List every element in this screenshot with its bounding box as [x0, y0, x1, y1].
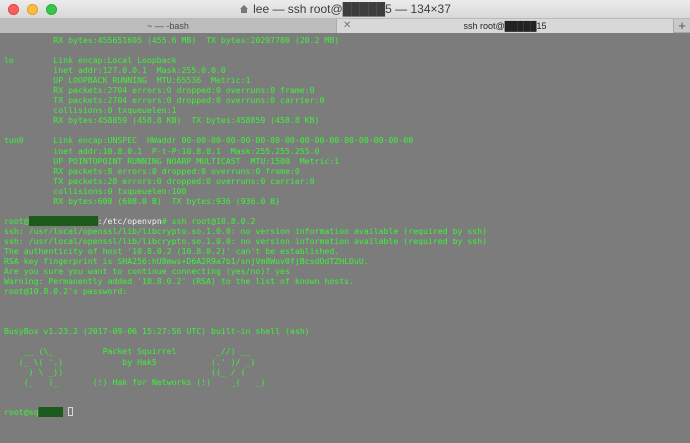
window-title: lee — ssh root@█████5 — 134×37: [0, 2, 690, 16]
terminal-line: TX packets:2704 errors:0 dropped:0 overr…: [4, 95, 325, 106]
tab-ssh[interactable]: ✕ ssh root@█████15: [337, 19, 674, 33]
tab-bash[interactable]: ~ — -bash: [0, 19, 337, 33]
terminal-line: tun0 Link encap:UNSPEC HWaddr 00-00-00-0…: [4, 135, 414, 146]
prompt-segment: # ssh root@10.8.0.2: [161, 215, 256, 226]
home-folder-icon: [240, 5, 249, 13]
terminal-line: BusyBox v1.23.2 (2017-09-06 15:27:56 UTC…: [4, 326, 310, 337]
terminal-line: TX packets:28 errors:0 dropped:0 overrun…: [4, 175, 315, 186]
terminal-line: RX bytes:455651605 (455.6 MB) TX bytes:2…: [4, 35, 340, 45]
terminal-line: RX bytes:608 (608.0 B) TX bytes:936 (936…: [4, 195, 281, 206]
terminal-line: root@7█████████████:/etc/openvpn# ssh ro…: [4, 215, 686, 226]
window-title-text: lee — ssh root@█████5 — 134×37: [253, 2, 451, 16]
prompt-segment: root@: [4, 215, 29, 226]
terminal-line: (_ \( '.) by Hak5 (.' )/ _): [4, 356, 256, 367]
terminal-line: collisions:0 txqueuelen:100: [4, 185, 187, 196]
terminal-line: ) \ _)) ((_ / (: [4, 366, 246, 377]
new-tab-button[interactable]: +: [674, 19, 690, 33]
title-bar[interactable]: lee — ssh root@█████5 — 134×37: [0, 0, 690, 19]
terminal-line: root@10.8.0.2's password:: [4, 286, 128, 297]
terminal-line: UP LOOPBACK RUNNING MTU:65536 Metric:1: [4, 75, 251, 86]
terminal-window: lee — ssh root@█████5 — 134×37 ~ — -bash…: [0, 0, 690, 443]
terminal-line: inet addr:127.0.0.1 Mask:255.0.0.0: [4, 65, 226, 76]
terminal-line: RX bytes:458859 (458.8 KB) TX bytes:4588…: [4, 115, 320, 126]
terminal-line: collisions:0 txqueuelen:1: [4, 105, 177, 116]
tab-bash-label: ~ — -bash: [147, 21, 189, 31]
redacted-text: 7█████████████: [28, 215, 98, 226]
tab-bar: ~ — -bash ✕ ssh root@█████15 +: [0, 19, 690, 33]
terminal-line: The authenticity of host '10.8.0.2 (10.8…: [4, 245, 340, 256]
terminal-line: RX packets:2704 errors:0 dropped:0 overr…: [4, 85, 315, 96]
terminal-line: lo Link encap:Local Loopback: [4, 55, 177, 66]
terminal-line: (_ )_ (!) Hak for Networks (!) _( _): [4, 376, 266, 387]
redacted-text: ██:~#: [38, 406, 64, 417]
terminal-line: ssh: /usr/local/openssl/lib/libcrypto.so…: [4, 225, 488, 236]
terminal-line: RX packets:8 errors:0 dropped:0 overruns…: [4, 165, 300, 176]
terminal-line: __ (\_ Packet Squirrel _//) __: [4, 346, 251, 357]
terminal-line: inet addr:10.8.0.1 P-t-P:10.8.0.1 Mask:2…: [4, 145, 320, 156]
terminal-line: Warning: Permanently added '10.8.0.2' (R…: [4, 276, 354, 287]
terminal-line: ssh: /usr/local/openssl/lib/libcrypto.so…: [4, 235, 488, 246]
close-tab-icon[interactable]: ✕: [343, 20, 351, 31]
tab-ssh-label: ssh root@█████15: [463, 21, 547, 31]
prompt-segment: :/etc/openvpn: [97, 215, 162, 226]
terminal-line: UP POINTOPOINT RUNNING NOARP MULTICAST M…: [4, 155, 340, 166]
terminal-line: root@sq██:~#: [4, 406, 686, 417]
terminal-line: RSA key fingerprint is SHA256:hU8mws+D6A…: [4, 256, 369, 267]
terminal-output[interactable]: RX bytes:455651605 (455.6 MB) TX bytes:2…: [0, 34, 690, 443]
prompt-segment: root@sq: [4, 406, 39, 417]
terminal-line: Are you sure you want to continue connec…: [4, 266, 290, 277]
text-cursor: [68, 406, 74, 416]
